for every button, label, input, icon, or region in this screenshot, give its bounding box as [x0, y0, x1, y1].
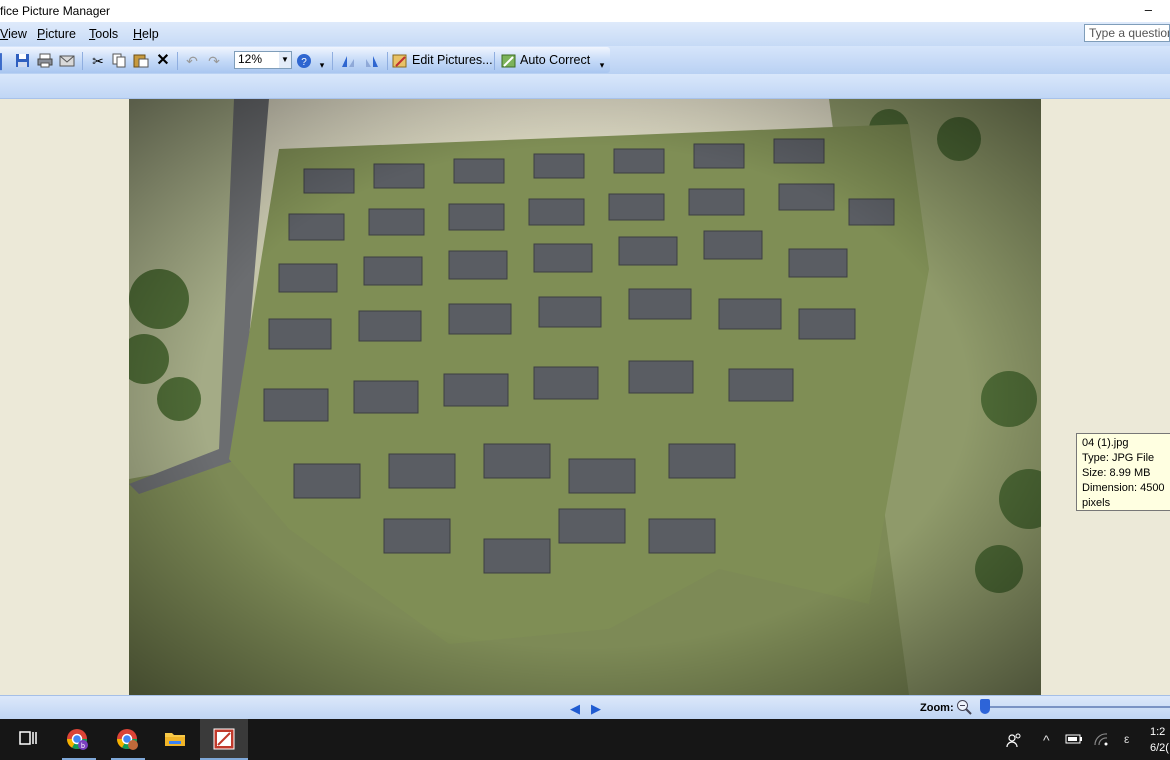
- undo-icon[interactable]: ↶: [184, 53, 200, 69]
- help-icon[interactable]: ?: [296, 53, 312, 69]
- chrome-profile-b-icon[interactable]: b: [65, 727, 89, 751]
- rotate-left-icon[interactable]: [340, 53, 356, 69]
- delete-icon[interactable]: ✕: [155, 53, 171, 69]
- tooltip-file-size: Size: 8.99 MB: [1082, 467, 1151, 479]
- language-icon[interactable]: ε: [1124, 732, 1129, 746]
- paste-icon[interactable]: [133, 53, 149, 69]
- taskbar: b ^ ε 1:2 6/2(: [0, 719, 1170, 760]
- print-icon[interactable]: [37, 53, 53, 69]
- email-icon[interactable]: [59, 53, 75, 69]
- clock-time: 1:2: [1150, 726, 1166, 738]
- minimize-button[interactable]: –: [1145, 2, 1152, 17]
- standard-toolbar: ▌ ✂ ✕ ↶ ↷ 12% ▼ ? ▾ Edit Pictures... Aut…: [0, 47, 610, 73]
- task-view-icon[interactable]: [17, 727, 41, 751]
- copy-icon[interactable]: [111, 53, 127, 69]
- status-bar: ◀ ▶ Zoom:: [0, 695, 1170, 720]
- open-icon[interactable]: ▌: [0, 53, 10, 69]
- rotate-right-icon[interactable]: [364, 53, 380, 69]
- file-info-tooltip: 04 (1).jpg Type: JPG File Size: 8.99 MB …: [1076, 433, 1170, 511]
- menu-view[interactable]: View: [0, 27, 27, 41]
- tooltip-dimension-unit: pixels: [1082, 497, 1111, 509]
- window-title: fice Picture Manager: [0, 4, 111, 18]
- redo-icon[interactable]: ↷: [206, 53, 222, 69]
- battery-icon[interactable]: [1065, 732, 1083, 749]
- toolbar-separator: [177, 52, 178, 70]
- picture-manager-icon[interactable]: [212, 727, 236, 751]
- picture-preview[interactable]: [129, 99, 1041, 695]
- toolbar-options-icon[interactable]: ▾: [594, 57, 610, 73]
- next-picture-icon[interactable]: ▶: [591, 701, 601, 717]
- wifi-icon[interactable]: [1093, 732, 1109, 749]
- chevron-down-icon[interactable]: ▼: [279, 52, 291, 68]
- menu-picture[interactable]: Picture: [37, 27, 76, 41]
- svg-text:b: b: [81, 743, 85, 750]
- tooltip-file-type: Type: JPG File: [1082, 452, 1155, 464]
- zoom-slider-track[interactable]: [986, 706, 1170, 708]
- zoom-dropdown-value: 12%: [238, 52, 263, 66]
- file-explorer-icon[interactable]: [163, 727, 187, 751]
- edit-pictures-icon: [392, 53, 408, 69]
- zoom-label: Zoom:: [920, 702, 954, 714]
- menu-bar: View Picture Tools Help Type a question: [0, 22, 1170, 46]
- chrome-profile-icon[interactable]: [115, 727, 139, 751]
- toolbar-separator: [387, 52, 388, 70]
- edit-pictures-button[interactable]: Edit Pictures...: [412, 53, 493, 67]
- taskbar-clock[interactable]: 1:2 6/2(: [1150, 724, 1169, 756]
- people-icon[interactable]: [1006, 732, 1022, 751]
- zoom-dropdown[interactable]: 12% ▼: [234, 51, 292, 69]
- menu-help[interactable]: Help: [133, 27, 159, 41]
- previous-picture-icon[interactable]: ◀: [570, 701, 580, 717]
- zoom-out-icon[interactable]: [956, 699, 972, 718]
- clock-date: 6/2(: [1150, 742, 1169, 754]
- zoom-slider-thumb[interactable]: [980, 699, 990, 714]
- toolbar-separator: [82, 52, 83, 70]
- formatting-band: [0, 74, 1170, 99]
- toolbar: ▌ ✂ ✕ ↶ ↷ 12% ▼ ? ▾ Edit Pictures... Aut…: [0, 46, 1170, 74]
- toolbar-separator: [494, 52, 495, 70]
- chevron-up-icon[interactable]: ^: [1043, 732, 1050, 748]
- auto-correct-icon: [501, 53, 517, 69]
- save-icon[interactable]: [14, 53, 30, 69]
- tooltip-dimension: Dimension: 4500: [1082, 482, 1165, 494]
- title-bar: fice Picture Manager –: [0, 0, 1170, 22]
- menu-tools[interactable]: Tools: [89, 27, 118, 41]
- aerial-rendering-image: [129, 99, 1041, 695]
- toolbar-options-icon[interactable]: ▾: [314, 57, 330, 73]
- auto-correct-button[interactable]: Auto Correct: [520, 53, 590, 67]
- toolbar-separator: [332, 52, 333, 70]
- cut-icon[interactable]: ✂: [90, 53, 106, 69]
- tooltip-file-name: 04 (1).jpg: [1082, 437, 1129, 449]
- help-search-input[interactable]: Type a question: [1084, 24, 1170, 42]
- svg-text:?: ?: [301, 57, 307, 68]
